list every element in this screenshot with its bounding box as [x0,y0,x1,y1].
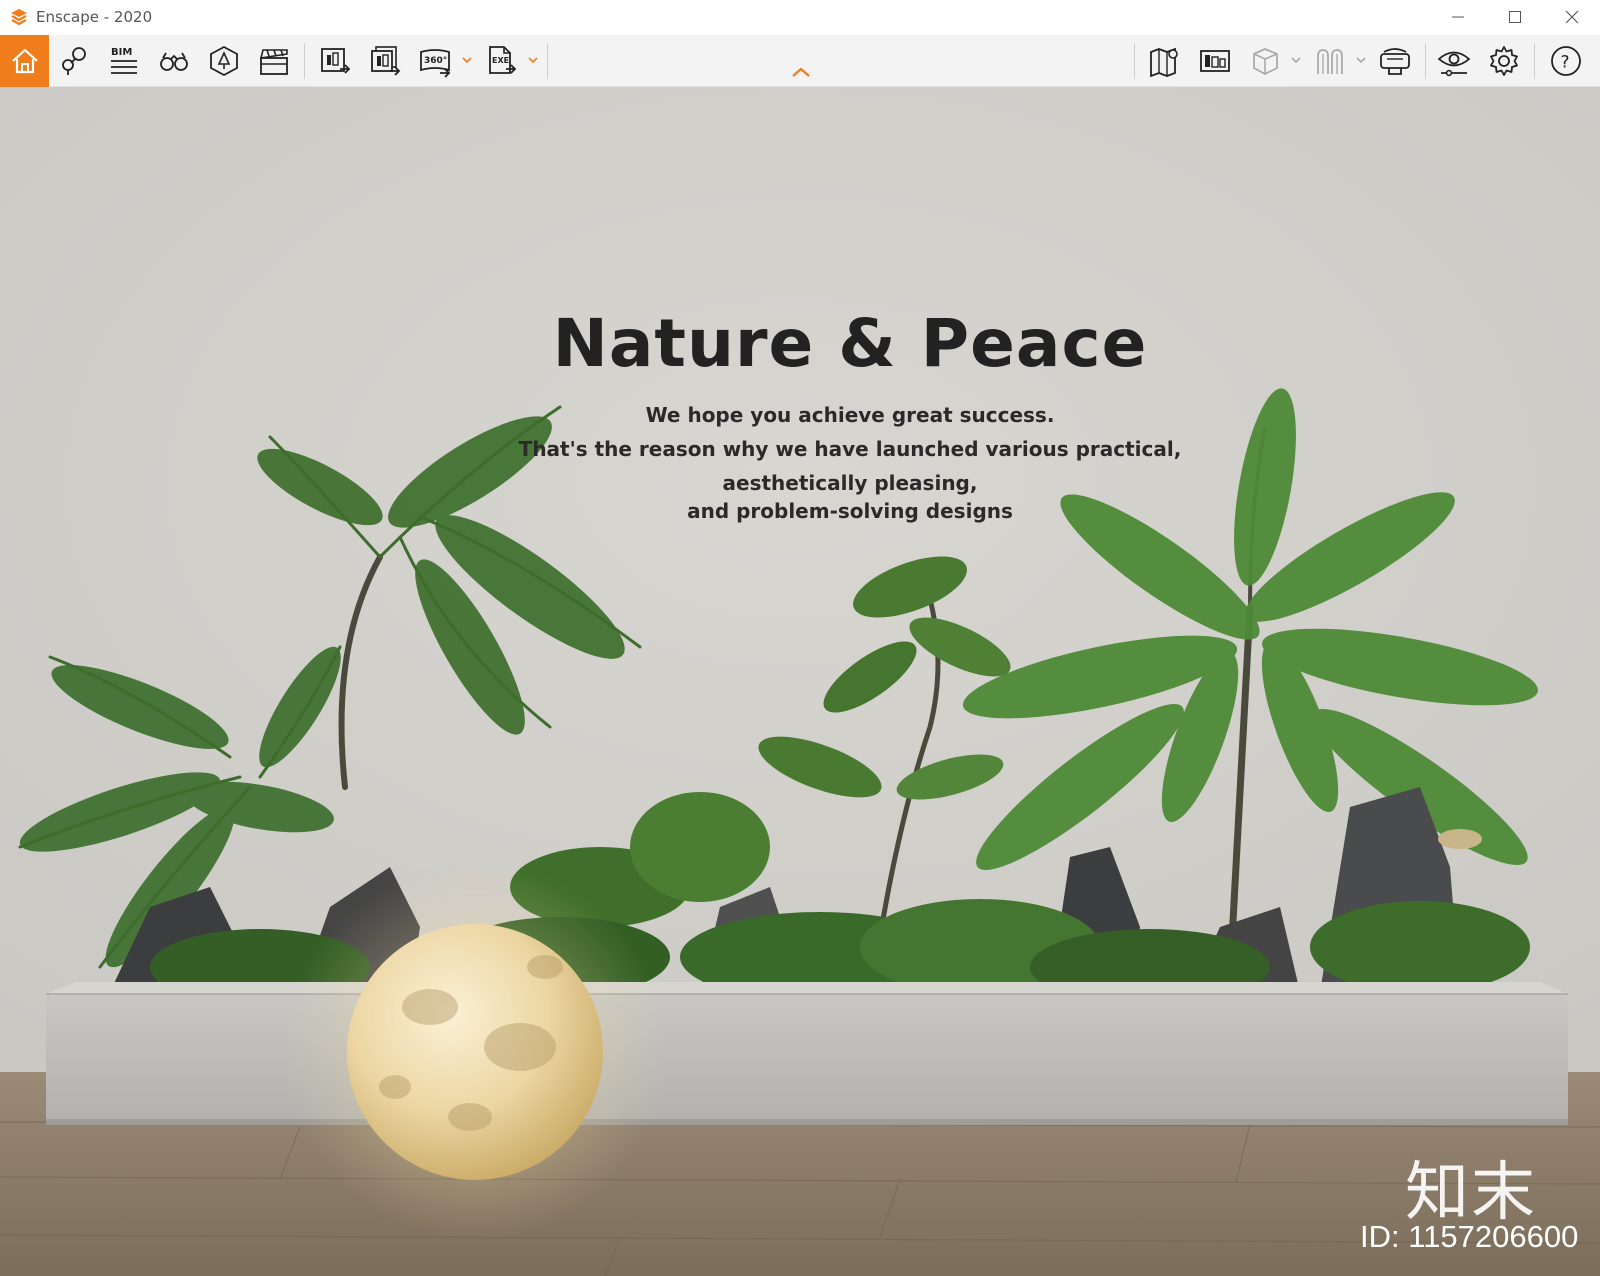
cube-icon [1253,48,1278,76]
visual-settings-icon [1437,51,1471,77]
orthographic-dropdown[interactable] [1290,53,1302,67]
export-exe-button[interactable]: EXE [481,41,521,81]
render-screenshot-button[interactable] [315,41,355,81]
orthographic-view-button[interactable] [1245,41,1285,81]
chevron-down-icon [528,57,538,64]
binoculars-icon [160,52,188,71]
settings-button[interactable] [1484,41,1524,81]
close-button[interactable] [1543,0,1600,33]
minimize-icon [1451,16,1464,17]
scene-text-line: That's the reason why we have launched v… [518,437,1182,461]
gear-icon [1490,46,1518,76]
batch-render-icon [371,46,401,76]
vr-headset-icon [1380,48,1410,75]
scene-text-line: We hope you achieve great success. [645,403,1055,427]
help-button[interactable]: ? [1546,41,1586,81]
main-toolbar: BIM 360° EXE ? [0,35,1600,87]
maximize-icon [1508,10,1521,23]
views-manager-button[interactable] [54,41,94,81]
home-icon [11,48,38,74]
section-button[interactable] [1310,41,1350,81]
close-icon [1565,10,1578,23]
bim-button[interactable]: BIM [104,41,144,81]
bim-text: BIM [111,47,132,58]
panorama-360-icon: 360° [420,49,451,78]
scene-render [0,87,1600,1276]
minimize-button[interactable] [1429,0,1486,33]
location-pins-icon [62,47,86,75]
help-icon: ? [1551,46,1581,76]
map-button[interactable] [1145,41,1185,81]
toolbar-separator [304,43,305,79]
export-dropdown[interactable] [527,53,539,67]
concrete-planter [46,982,1568,1125]
clapperboard-icon [259,49,288,75]
enscape-window: Enscape - 2020 BIM 360° EXE ? Nature & P… [0,0,1600,1276]
chevron-down-icon [1356,57,1366,64]
vr-headset-button[interactable] [1375,41,1415,81]
chevron-up-icon [792,67,810,77]
home-button[interactable] [0,35,49,87]
title-bar: Enscape - 2020 [0,0,1600,33]
pillars-icon [1317,49,1343,74]
toolbar-separator [1534,43,1535,79]
help-text: ? [1561,53,1570,73]
panorama-dropdown[interactable] [461,53,473,67]
asset-library-icon [210,45,238,77]
watermark-id: ID: 1157206600 [1360,1219,1579,1254]
map-icon [1150,47,1178,78]
views-icon [1200,50,1230,72]
toolbar-separator [1134,43,1135,79]
chevron-down-icon [462,57,472,64]
bim-icon: BIM [111,47,137,74]
enscape-logo-icon [11,8,27,25]
window-title: Enscape - 2020 [36,7,153,26]
view-management-button[interactable] [1195,41,1235,81]
visual-settings-button[interactable] [1434,41,1474,81]
render-screenshot-icon [321,48,351,74]
chevron-down-icon [1291,57,1301,64]
panorama-text: 360° [424,56,447,66]
asset-library-button[interactable] [204,41,244,81]
exe-text: EXE [492,56,509,65]
video-editor-button[interactable] [254,41,294,81]
section-dropdown[interactable] [1355,53,1367,67]
scene-text-line: aesthetically pleasing, [722,471,978,495]
walk-mode-button[interactable] [154,41,194,81]
toolbar-separator [1425,43,1426,79]
panorama-button[interactable]: 360° [415,41,455,81]
moon-lamp [285,862,665,1242]
maximize-button[interactable] [1486,0,1543,33]
collapse-toolbar-button[interactable] [790,65,812,79]
render-viewport[interactable]: Nature & Peace We hope you achieve great… [0,87,1600,1276]
exe-export-icon: EXE [489,46,517,74]
scene-text-line: and problem-solving designs [687,499,1013,523]
scene-headline: Nature & Peace [552,305,1148,382]
window-controls [1429,0,1600,33]
batch-render-button[interactable] [365,41,405,81]
toolbar-separator [547,43,548,79]
